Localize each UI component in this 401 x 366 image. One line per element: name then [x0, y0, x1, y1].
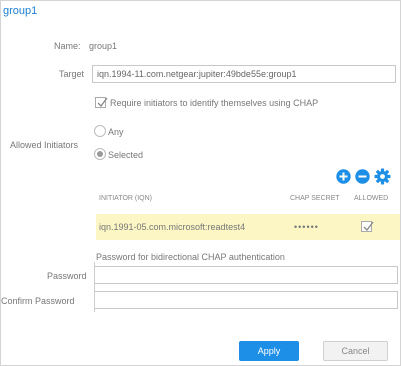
radio-any[interactable] — [94, 125, 106, 137]
gear-icon[interactable] — [374, 168, 391, 185]
row-initiator: iqn.1991-05.com.microsoft:readtest4 — [99, 222, 246, 232]
table-header: INITIATOR (IQN) CHAP SECRET ALLOWED — [96, 195, 400, 209]
name-value: group1 — [89, 41, 118, 51]
radio-selected[interactable] — [94, 148, 106, 160]
row-chap-secret: •••••• — [294, 222, 319, 232]
target-label: Target — [59, 69, 85, 79]
checkmark-icon — [97, 97, 108, 107]
checkmark-icon — [363, 221, 374, 231]
radio-any-label: Any — [108, 127, 124, 137]
row-allowed-checkbox[interactable] — [361, 221, 374, 232]
confirm-password-label: Confirm Password — [1, 296, 75, 306]
table-row[interactable]: iqn.1991-05.com.microsoft:readtest4 ••••… — [96, 214, 400, 240]
column-header-initiator: INITIATOR (IQN) — [99, 195, 153, 202]
dialog-title: group1 — [3, 5, 38, 17]
cancel-button[interactable]: Cancel — [323, 341, 388, 361]
minus-circle-icon[interactable] — [355, 169, 370, 184]
column-header-chap-secret: CHAP SECRET — [290, 195, 340, 202]
plus-circle-icon[interactable] — [336, 169, 351, 184]
column-header-allowed: ALLOWED — [354, 195, 389, 202]
password-field[interactable] — [95, 266, 398, 284]
apply-button[interactable]: Apply — [239, 341, 299, 361]
mutual-chap-description: Password for bidirectional CHAP authenti… — [96, 252, 285, 262]
target-field[interactable]: iqn.1994-11.com.netgear:jupiter:49bde55e… — [92, 65, 396, 83]
allowed-initiators-label: Allowed Initiators — [10, 140, 79, 150]
require-chap-checkbox[interactable] — [95, 97, 108, 108]
require-chap-label: Require initiators to identify themselve… — [110, 98, 319, 108]
password-label: Password — [47, 271, 87, 281]
name-label: Name: — [54, 41, 81, 51]
confirm-password-field[interactable] — [95, 291, 398, 309]
radio-selected-label: Selected — [108, 150, 144, 160]
